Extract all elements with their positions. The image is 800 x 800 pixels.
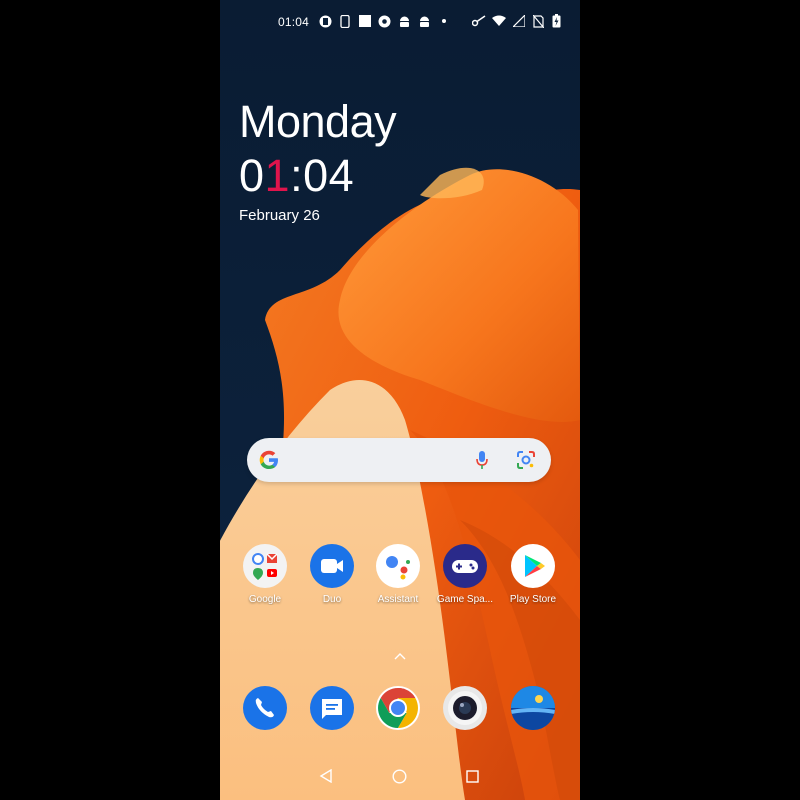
- day-of-week[interactable]: Monday: [239, 96, 397, 148]
- clock-minutes: :04: [290, 150, 355, 201]
- dock-camera[interactable]: [432, 686, 498, 730]
- wifi-icon: [492, 13, 506, 29]
- android-icon: [397, 13, 411, 29]
- app-play-store[interactable]: Play Store: [500, 544, 566, 605]
- google-search-bar[interactable]: [247, 438, 551, 482]
- clock-digit: 0: [239, 150, 265, 201]
- dot-icon: [437, 13, 451, 29]
- phone-icon: [338, 13, 352, 29]
- battery-charging-icon: [549, 13, 563, 29]
- date-label[interactable]: February 26: [239, 207, 320, 224]
- app-duo[interactable]: Duo: [299, 544, 365, 605]
- recents-icon[interactable]: [466, 770, 479, 788]
- chrome-app-icon: [376, 686, 420, 730]
- navigation-bar: [220, 752, 580, 800]
- app-label: Game Spa...: [436, 594, 494, 605]
- messages-icon: [310, 686, 354, 730]
- status-time: 01:04: [278, 15, 310, 29]
- app-google-folder[interactable]: Google: [232, 544, 298, 605]
- dock-gallery[interactable]: [500, 686, 566, 730]
- lens-icon[interactable]: [515, 449, 537, 476]
- key-icon: [472, 13, 486, 29]
- clock-time[interactable]: 01:04: [239, 150, 354, 202]
- signal-icon: [512, 13, 526, 29]
- dock-messages[interactable]: [299, 686, 365, 730]
- google-icon: [258, 449, 280, 476]
- home-icon[interactable]: [392, 769, 407, 789]
- camera-icon: [443, 686, 487, 730]
- microphone-icon[interactable]: [474, 449, 490, 476]
- back-icon[interactable]: [319, 768, 333, 788]
- app-label: Duo: [322, 594, 342, 605]
- chevron-up-icon[interactable]: [392, 648, 408, 666]
- dock-chrome[interactable]: [365, 686, 431, 730]
- phone-screen: 01:04 Monday 01:04 February 26 Google Du…: [220, 0, 580, 800]
- assistant-icon: [376, 544, 420, 588]
- app-assistant[interactable]: Assistant: [365, 544, 431, 605]
- gallery-icon: [511, 686, 555, 730]
- app-label: Assistant: [377, 594, 419, 605]
- status-bar: 01:04: [220, 0, 580, 44]
- app-label: Google: [248, 594, 282, 605]
- play-store-icon: [511, 544, 555, 588]
- dock-phone[interactable]: [232, 686, 298, 730]
- square-icon: [358, 13, 372, 29]
- phone-app-icon: [243, 686, 287, 730]
- chrome-icon: [377, 13, 391, 29]
- duo-icon: [310, 544, 354, 588]
- google-folder-icon: [243, 544, 287, 588]
- app-game-space[interactable]: Game Spa...: [432, 544, 498, 605]
- no-sim-icon: [531, 13, 545, 29]
- app-label: Play Store: [509, 594, 557, 605]
- clock-accent-digit: 1: [264, 150, 291, 201]
- android-icon: [417, 13, 431, 29]
- notification-icon: [318, 13, 332, 29]
- game-space-icon: [443, 544, 487, 588]
